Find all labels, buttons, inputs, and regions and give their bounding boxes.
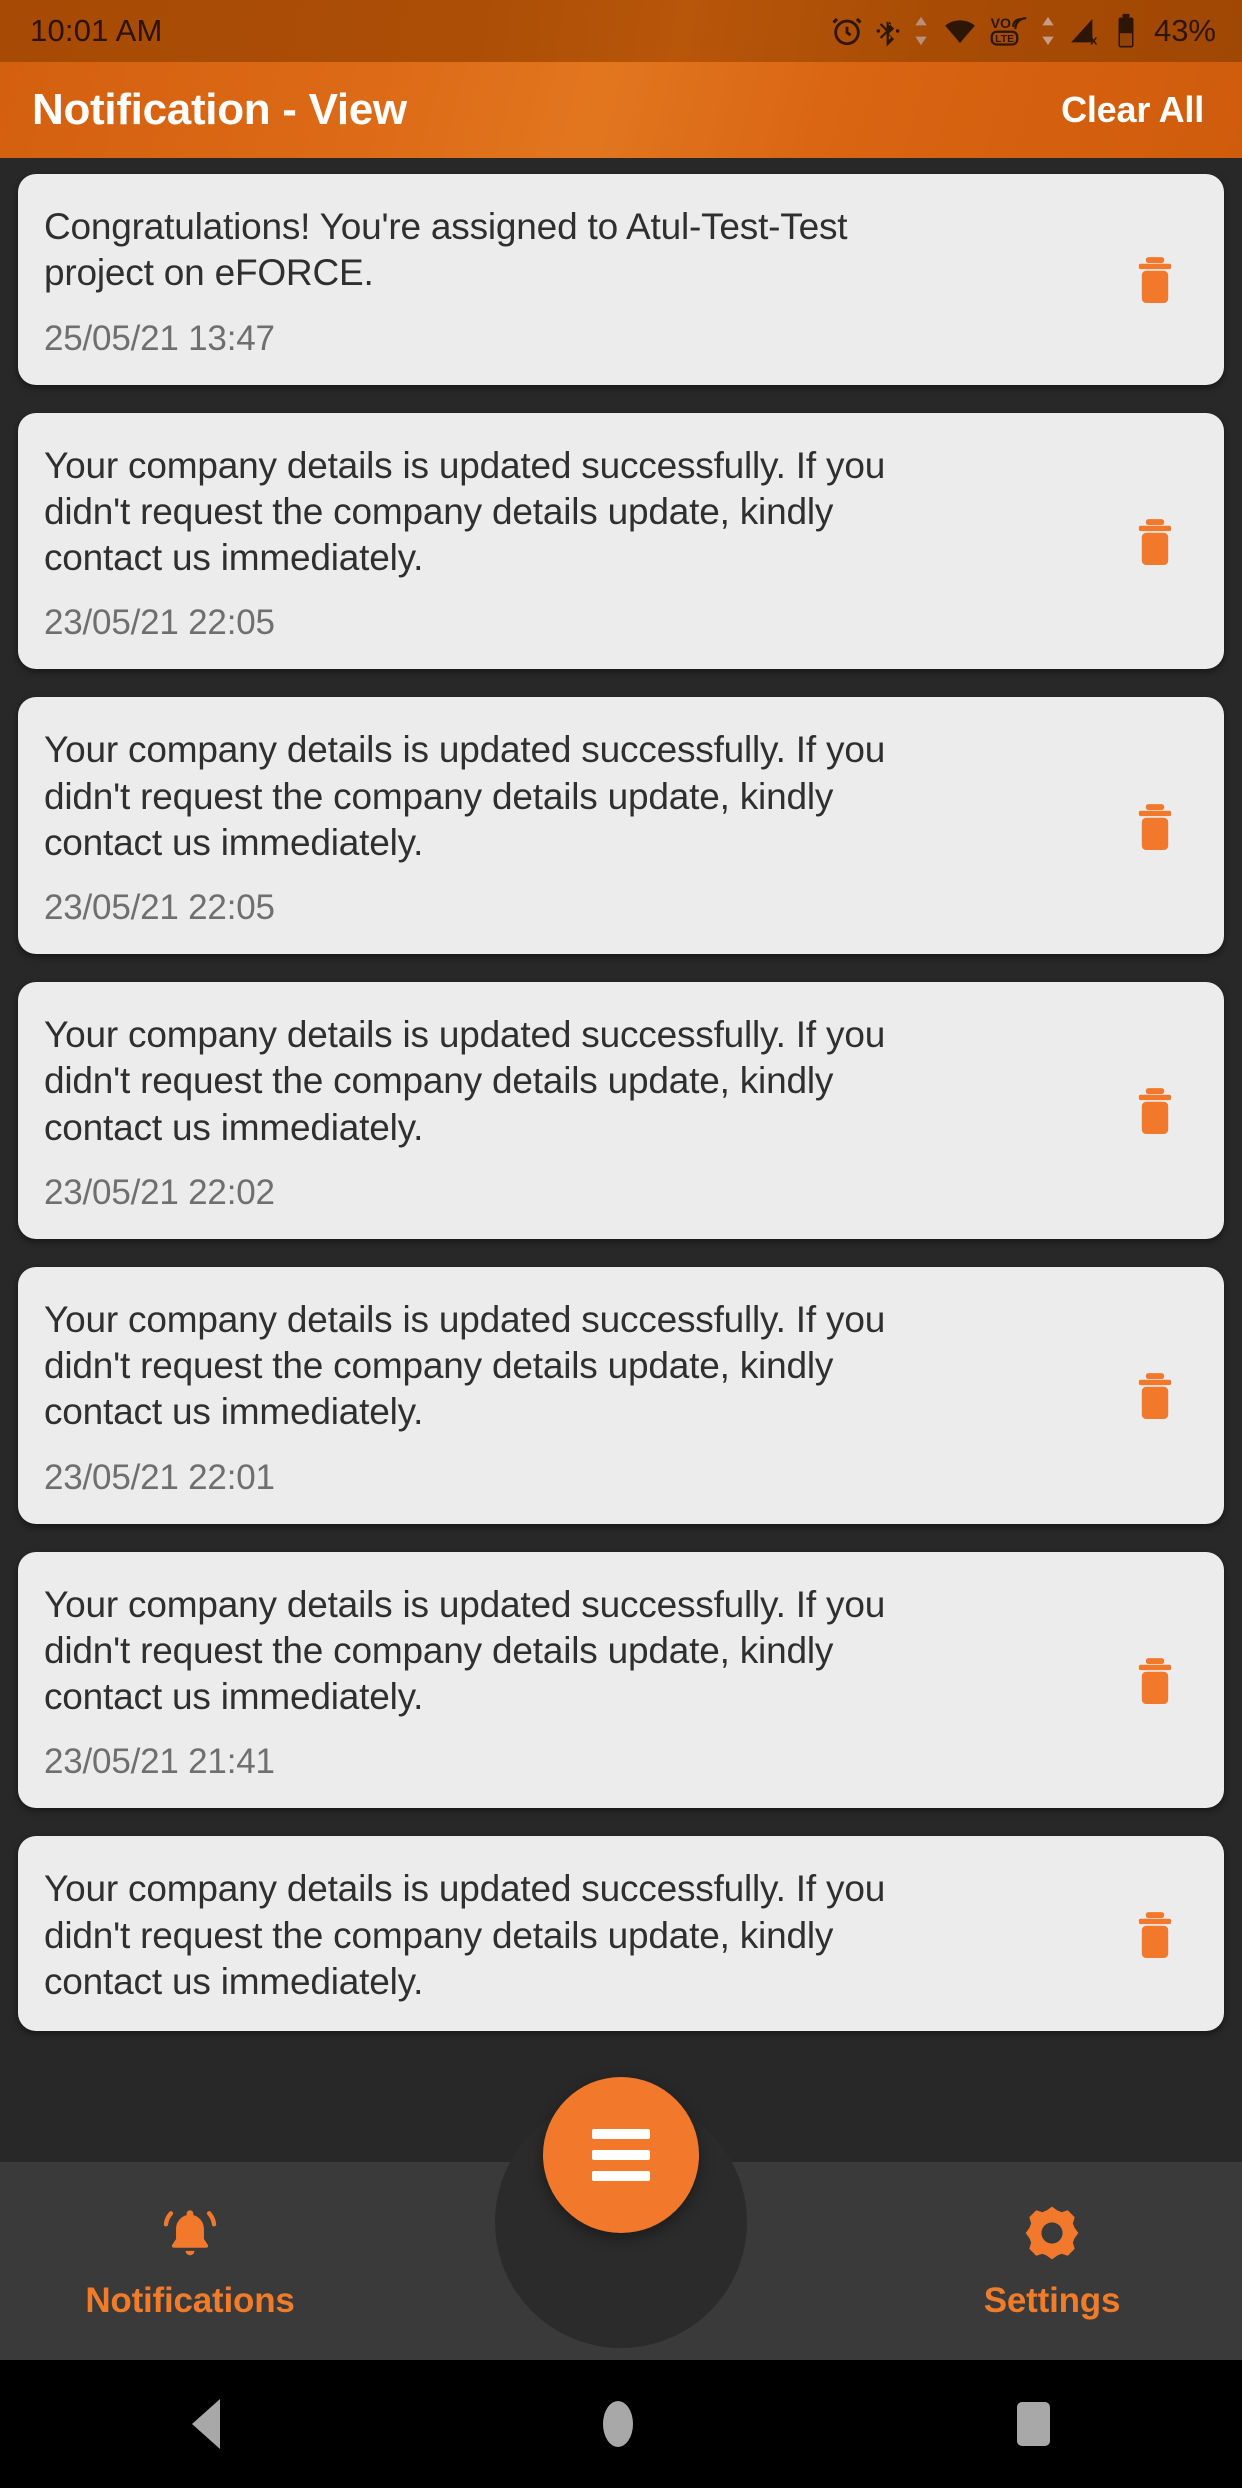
notification-timestamp: 25/05/21 13:47 bbox=[44, 318, 275, 358]
notification-body: Congratulations! You're assigned to Atul… bbox=[44, 204, 1112, 359]
notification-timestamp: 23/05/21 22:02 bbox=[44, 1172, 275, 1212]
notification-body: Your company details is updated successf… bbox=[44, 1582, 1112, 1783]
alarm-icon bbox=[830, 14, 864, 48]
page-title: Notification - View bbox=[32, 85, 407, 134]
battery-icon bbox=[1115, 13, 1137, 49]
app-bar: Notification - View Clear All bbox=[0, 62, 1242, 158]
notification-card[interactable]: Your company details is updated successf… bbox=[18, 1551, 1224, 1809]
bell-icon bbox=[159, 2202, 221, 2269]
recents-icon[interactable] bbox=[1017, 2402, 1051, 2446]
status-bar-clock: 10:01 AM bbox=[30, 13, 163, 48]
delete-notification-button[interactable] bbox=[1112, 802, 1198, 854]
nav-item-notifications-label: Notifications bbox=[85, 2280, 295, 2320]
status-bar: 10:01 AM VO LTE x 43% bbox=[0, 0, 1242, 62]
notification-timestamp: 23/05/21 22:01 bbox=[44, 1457, 275, 1497]
notification-card[interactable]: Your company details is updated successf… bbox=[18, 982, 1224, 1239]
notification-message: Your company details is updated successf… bbox=[44, 444, 886, 579]
nav-item-settings-label: Settings bbox=[983, 2280, 1121, 2320]
svg-text:VO: VO bbox=[991, 16, 1011, 32]
wifi-icon bbox=[941, 14, 979, 48]
svg-text:LTE: LTE bbox=[995, 34, 1014, 45]
notification-body: Your company details is updated successf… bbox=[44, 1012, 1112, 1213]
notification-message: Your company details is updated successf… bbox=[44, 1583, 886, 1718]
cellular-signal-off-icon: x bbox=[1068, 14, 1104, 48]
home-icon[interactable] bbox=[603, 2401, 634, 2447]
status-bar-icons: VO LTE x 43% bbox=[830, 13, 1216, 49]
notification-body: Your company details is updated successf… bbox=[44, 1866, 1112, 2005]
delete-notification-button[interactable] bbox=[1112, 1910, 1198, 1962]
mobile-data-arrows-icon bbox=[1039, 14, 1057, 48]
delete-notification-button[interactable] bbox=[1112, 1371, 1198, 1423]
gear-icon bbox=[1021, 2202, 1083, 2269]
bluetooth-icon bbox=[875, 14, 901, 48]
android-system-nav bbox=[0, 2360, 1242, 2488]
phone-screen: 10:01 AM VO LTE x 43% Notification - Vie… bbox=[0, 0, 1242, 2488]
notification-message: Congratulations! You're assigned to Atul… bbox=[44, 206, 848, 294]
notification-card[interactable]: Your company details is updated successf… bbox=[18, 1836, 1224, 2031]
notification-card[interactable]: Your company details is updated successf… bbox=[18, 412, 1224, 670]
notification-message: Your company details is updated successf… bbox=[44, 1014, 886, 1148]
back-icon[interactable] bbox=[191, 2399, 220, 2449]
notification-body: Your company details is updated successf… bbox=[44, 1297, 1112, 1498]
notification-list[interactable]: Congratulations! You're assigned to Atul… bbox=[0, 158, 1242, 2162]
notification-message: Your company details is updated successf… bbox=[44, 1298, 886, 1433]
notification-timestamp: 23/05/21 22:05 bbox=[44, 603, 275, 643]
delete-notification-button[interactable] bbox=[1112, 1086, 1198, 1138]
hamburger-menu-icon bbox=[592, 2129, 650, 2181]
svg-text:x: x bbox=[1090, 32, 1097, 47]
notification-message: Your company details is updated successf… bbox=[44, 1868, 886, 2002]
delete-notification-button[interactable] bbox=[1112, 255, 1198, 307]
notification-body: Your company details is updated successf… bbox=[44, 443, 1112, 644]
notification-card[interactable]: Congratulations! You're assigned to Atul… bbox=[18, 174, 1224, 385]
nav-item-notifications[interactable]: Notifications bbox=[40, 2202, 340, 2321]
notification-body: Your company details is updated successf… bbox=[44, 727, 1112, 928]
bluetooth-data-arrows-icon bbox=[912, 14, 930, 48]
battery-percentage: 43% bbox=[1153, 13, 1216, 48]
notification-card[interactable]: Your company details is updated successf… bbox=[18, 1266, 1224, 1524]
volte-icon: VO LTE bbox=[990, 14, 1028, 48]
nav-item-settings[interactable]: Settings bbox=[902, 2202, 1202, 2321]
notification-timestamp: 23/05/21 22:05 bbox=[44, 888, 275, 927]
bottom-navigation-bar: Notifications Settings bbox=[0, 2077, 1242, 2360]
delete-notification-button[interactable] bbox=[1112, 1656, 1198, 1708]
delete-notification-button[interactable] bbox=[1112, 517, 1198, 569]
menu-fab-button[interactable] bbox=[543, 2077, 699, 2233]
notification-timestamp: 23/05/21 21:41 bbox=[44, 1742, 275, 1782]
notification-message: Your company details is updated successf… bbox=[44, 729, 886, 863]
clear-all-button[interactable]: Clear All bbox=[1061, 89, 1204, 131]
notification-card[interactable]: Your company details is updated successf… bbox=[18, 697, 1224, 954]
